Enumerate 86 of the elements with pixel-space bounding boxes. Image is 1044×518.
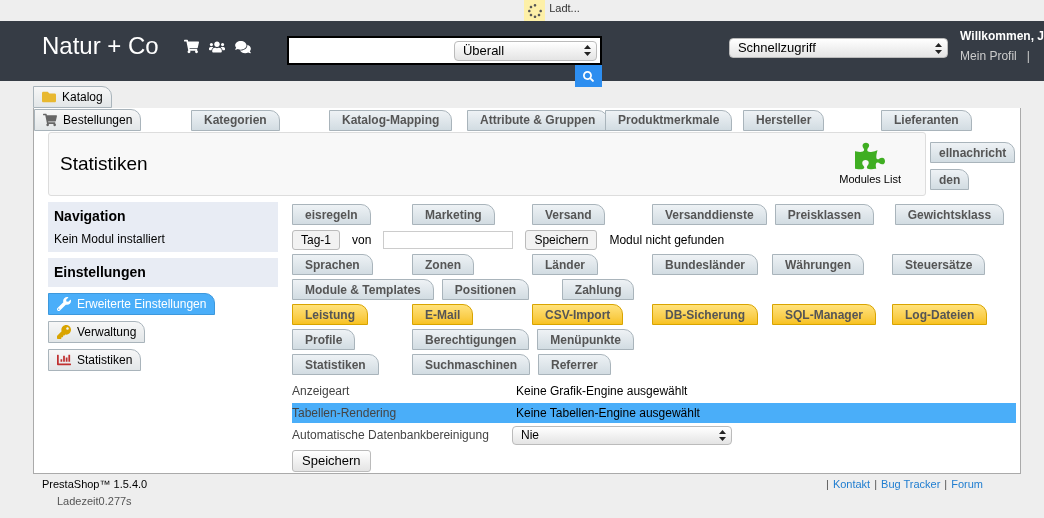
submenu-tab[interactable]: den xyxy=(930,169,970,190)
submenu-tab[interactable]: Referrer xyxy=(538,354,611,375)
submenu-tab[interactable]: Bundesländer xyxy=(652,254,758,275)
submenu-tab[interactable]: Profile xyxy=(292,329,356,350)
field-label: Anzeigeart xyxy=(292,383,351,400)
link-separator: | xyxy=(944,477,948,492)
submenu-tab[interactable]: Katalog-Mapping xyxy=(329,109,453,131)
submenu-tab[interactable]: DB-Sicherung xyxy=(652,304,758,325)
submenu-tab[interactable]: Lieferanten xyxy=(881,109,972,131)
footer-link[interactable]: Forum xyxy=(951,476,983,509)
submenu-tab[interactable]: eisregeln xyxy=(292,204,371,225)
block-heading: Einstellungen xyxy=(54,264,146,280)
submenu-tab[interactable]: Steuersätze xyxy=(892,254,986,275)
save-button[interactable]: Speichern xyxy=(292,450,371,472)
field-label: Automatische Datenbankbereinigung xyxy=(292,427,490,444)
submenu-tab[interactable]: Versanddienste xyxy=(652,204,767,225)
submenu-tab[interactable]: Leistung xyxy=(292,304,368,325)
folder-icon xyxy=(42,90,56,104)
search-icon xyxy=(582,70,594,82)
submenu-tab[interactable]: Hersteller xyxy=(743,109,825,131)
submenu-tab[interactable]: Statistiken xyxy=(292,354,379,375)
search-button[interactable] xyxy=(574,65,602,87)
submenu-tab[interactable]: Log-Dateien xyxy=(892,304,988,325)
period-button[interactable]: Tag-1 xyxy=(292,229,341,250)
main-menu-tab[interactable]: Statistiken xyxy=(48,349,142,371)
submenu-tab[interactable]: SQL-Manager xyxy=(772,304,876,325)
submenu-tab[interactable]: Versand xyxy=(532,204,605,225)
select-arrows-icon xyxy=(583,45,591,56)
select-arrows-icon xyxy=(719,429,726,441)
submenu-tab[interactable]: CSV-Import xyxy=(532,304,624,325)
select-arrows-icon xyxy=(935,42,943,54)
submenu-tab[interactable]: Positionen xyxy=(441,279,530,300)
quick-access-select[interactable]: Schnellzugriff xyxy=(728,38,949,58)
loading-text: Ladt... xyxy=(549,1,580,17)
from-label: von xyxy=(352,231,372,249)
wrench-icon xyxy=(57,297,71,311)
loading-spinner-icon xyxy=(524,0,546,21)
submenu-tab[interactable]: Preisklassen xyxy=(774,204,875,225)
empty-module-text: Kein Modul installiert xyxy=(54,231,166,248)
bar-chart-icon xyxy=(57,353,71,367)
load-time-text: Ladezeit0.277s xyxy=(56,493,133,509)
key-icon xyxy=(57,325,71,339)
submenu-tab[interactable]: Menüpunkte xyxy=(537,329,634,350)
search-field[interactable]: Überall xyxy=(286,36,602,65)
submenu-tab[interactable]: Produktmerkmale xyxy=(605,109,733,131)
shop-logo-text: Natur + Co xyxy=(42,33,160,59)
submenu-tab[interactable]: Zahlung xyxy=(561,279,635,300)
block-heading: Navigation xyxy=(54,207,127,226)
cart-icon xyxy=(43,113,57,127)
field-value: Keine Grafik-Engine ausgewählt xyxy=(515,383,689,400)
page-title: Statistiken xyxy=(60,151,148,176)
users-icon[interactable] xyxy=(209,39,226,54)
submenu-tab[interactable]: Module & Templates xyxy=(292,279,434,300)
search-scope-select[interactable]: Überall xyxy=(453,40,597,61)
chat-bubbles-icon[interactable] xyxy=(235,39,252,54)
submenu-tab[interactable]: Währungen xyxy=(772,254,864,275)
field-label: Tabellen-Rendering xyxy=(292,405,398,422)
link-separator: | xyxy=(826,477,829,492)
version-text: PrestaShop™ 1.5.4.0 xyxy=(42,477,148,492)
submenu-tab[interactable]: Kategorien xyxy=(191,109,280,131)
field-value: Keine Tabellen-Engine ausgewählt xyxy=(515,405,701,422)
footer-link[interactable]: Kontakt xyxy=(832,476,871,509)
save-button[interactable]: Speichern xyxy=(525,229,598,250)
module-not-found-text: Modul nicht gefunden xyxy=(609,231,725,249)
my-profile-link[interactable]: Mein Profil xyxy=(960,47,1017,65)
main-menu-tab[interactable]: Verwaltung xyxy=(48,321,146,343)
link-separator: | xyxy=(874,477,878,492)
date-input-field[interactable] xyxy=(383,230,514,249)
cart-icon[interactable] xyxy=(184,39,200,54)
submenu-tab[interactable]: Marketing xyxy=(412,204,495,225)
submenu-tab[interactable]: Gewichtsklass xyxy=(894,204,1005,225)
submenu-tab[interactable]: Sprachen xyxy=(292,254,373,275)
submenu-tab[interactable]: Länder xyxy=(532,254,598,275)
modules-list-button[interactable]: Modules List xyxy=(839,140,901,188)
submenu-tab[interactable]: Berechtigungen xyxy=(412,329,530,350)
puzzle-piece-icon xyxy=(855,140,886,171)
submenu-tab[interactable]: E-Mail xyxy=(412,304,474,325)
submenu-tab[interactable]: ellnachricht xyxy=(930,142,1016,163)
submenu-tab[interactable]: Suchmaschinen xyxy=(412,354,531,375)
welcome-text: Willkommen, J xyxy=(960,28,1044,45)
footer-link[interactable]: Bug Tracker xyxy=(881,476,941,509)
main-menu-tab[interactable]: Bestellungen xyxy=(34,109,142,131)
main-menu-tab[interactable]: Katalog xyxy=(33,86,112,108)
link-separator: | xyxy=(1026,48,1030,65)
cleanup-select[interactable]: Nie xyxy=(512,425,732,445)
submenu-tab[interactable]: Zonen xyxy=(412,254,474,275)
